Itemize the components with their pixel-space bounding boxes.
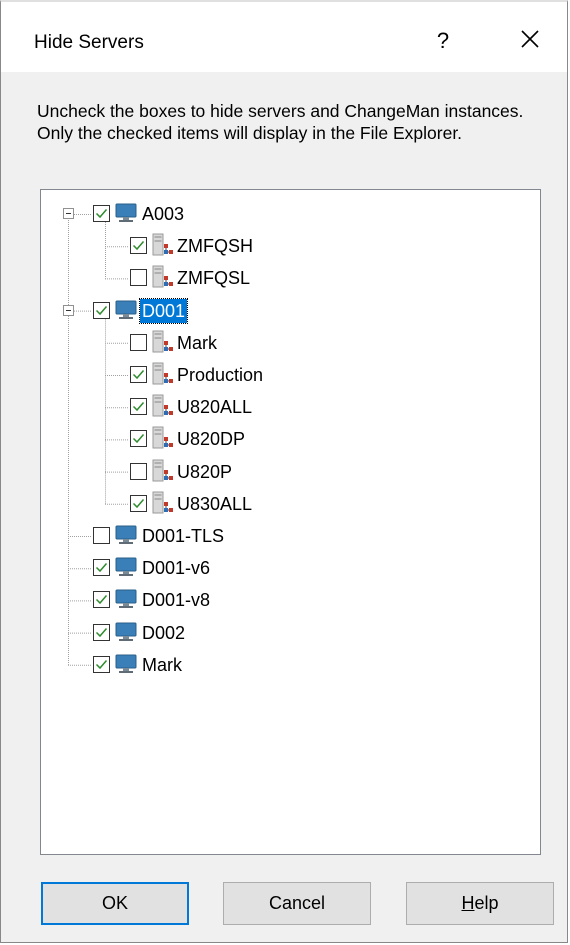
tree-node[interactable]: ZMFQSL <box>41 263 540 293</box>
tree-node[interactable]: Production <box>41 360 540 390</box>
cancel-button-label: Cancel <box>268 893 326 913</box>
help-title-button[interactable]: ? <box>433 28 453 54</box>
tree-node[interactable]: Mark <box>41 328 540 358</box>
tree-node-label[interactable]: Mark <box>175 331 219 355</box>
tree-node-label[interactable]: D002 <box>140 621 187 645</box>
tree-node-label[interactable]: Production <box>175 363 265 387</box>
tree-node-label[interactable]: ZMFQSL <box>175 266 252 290</box>
tree-node-label[interactable]: A003 <box>140 202 186 226</box>
close-icon[interactable] <box>519 28 541 50</box>
computer-monitor-icon <box>115 653 137 680</box>
tree-node[interactable]: A003 <box>41 199 540 229</box>
changeman-instance-icon <box>151 330 175 359</box>
checked-checkbox[interactable] <box>93 559 110 577</box>
tree-node[interactable]: U830ALL <box>41 489 540 519</box>
ok-button-label: OK <box>101 893 128 913</box>
tree-node[interactable]: D002 <box>41 618 540 648</box>
checked-checkbox[interactable] <box>130 237 147 255</box>
computer-monitor-icon <box>115 588 137 615</box>
checked-checkbox[interactable] <box>130 398 147 416</box>
computer-monitor-icon <box>115 556 137 583</box>
computer-monitor-icon <box>115 524 137 551</box>
dialog-title: Hide Servers <box>34 32 144 53</box>
tree-node-label[interactable]: U830ALL <box>175 492 254 516</box>
changeman-instance-icon <box>151 233 175 262</box>
hide-servers-dialog: Hide Servers ? Uncheck the boxes to hide… <box>0 0 568 943</box>
checked-checkbox[interactable] <box>93 205 110 222</box>
instructions-text: Uncheck the boxes to hide servers and Ch… <box>37 101 524 143</box>
collapse-expander-icon[interactable] <box>63 208 74 219</box>
tree-node-label[interactable]: ZMFQSH <box>175 234 255 258</box>
help-button[interactable]: Help <box>406 882 554 925</box>
computer-monitor-icon <box>115 299 137 326</box>
ok-button[interactable]: OK <box>41 882 189 925</box>
checked-checkbox[interactable] <box>93 301 110 319</box>
cancel-button[interactable]: Cancel <box>223 882 371 925</box>
checked-checkbox[interactable] <box>93 591 110 609</box>
tree-node-label[interactable]: U820ALL <box>175 395 254 419</box>
tree-node-label-selected[interactable]: D001 <box>138 297 189 324</box>
unchecked-checkbox[interactable] <box>130 269 147 287</box>
changeman-instance-icon <box>151 362 175 391</box>
tree-node[interactable]: D001 <box>41 296 540 326</box>
tree-node[interactable]: D001-v8 <box>41 585 540 615</box>
unchecked-checkbox[interactable] <box>130 333 147 351</box>
tree-node-label[interactable]: D001-v6 <box>140 556 212 580</box>
tree-node[interactable]: Mark <box>41 650 540 680</box>
tree-node-label[interactable]: U820P <box>175 460 234 484</box>
tree-node[interactable]: U820DP <box>41 424 540 454</box>
unchecked-checkbox[interactable] <box>93 527 110 544</box>
tree-node-label[interactable]: D001-TLS <box>140 524 226 548</box>
changeman-instance-icon <box>151 265 175 294</box>
tree-node-label[interactable]: Mark <box>140 653 184 677</box>
checked-checkbox[interactable] <box>93 655 110 673</box>
help-button-label: Help <box>461 893 499 913</box>
changeman-instance-icon <box>151 426 175 455</box>
title-bar: Hide Servers ? <box>1 2 567 72</box>
computer-monitor-icon <box>115 202 137 229</box>
server-tree[interactable]: A003 ZMFQSH ZMFQSL D001 Mark Production U820AL… <box>40 189 541 855</box>
collapse-expander-icon[interactable] <box>63 304 74 316</box>
unchecked-checkbox[interactable] <box>130 462 147 480</box>
computer-monitor-icon <box>115 621 137 648</box>
tree-node[interactable]: U820P <box>41 457 540 487</box>
tree-node[interactable]: D001-v6 <box>41 553 540 583</box>
tree-node[interactable]: U820ALL <box>41 392 540 422</box>
checked-checkbox[interactable] <box>130 366 147 383</box>
checked-checkbox[interactable] <box>130 494 147 512</box>
tree-node[interactable]: ZMFQSH <box>41 231 540 261</box>
changeman-instance-icon <box>151 491 175 520</box>
changeman-instance-icon <box>151 394 175 423</box>
changeman-instance-icon <box>151 459 175 488</box>
tree-node[interactable]: D001-TLS <box>41 521 540 551</box>
checked-checkbox[interactable] <box>130 430 147 448</box>
tree-node-label[interactable]: U820DP <box>175 427 247 451</box>
tree-node-label[interactable]: D001-v8 <box>140 588 212 612</box>
checked-checkbox[interactable] <box>93 623 110 641</box>
